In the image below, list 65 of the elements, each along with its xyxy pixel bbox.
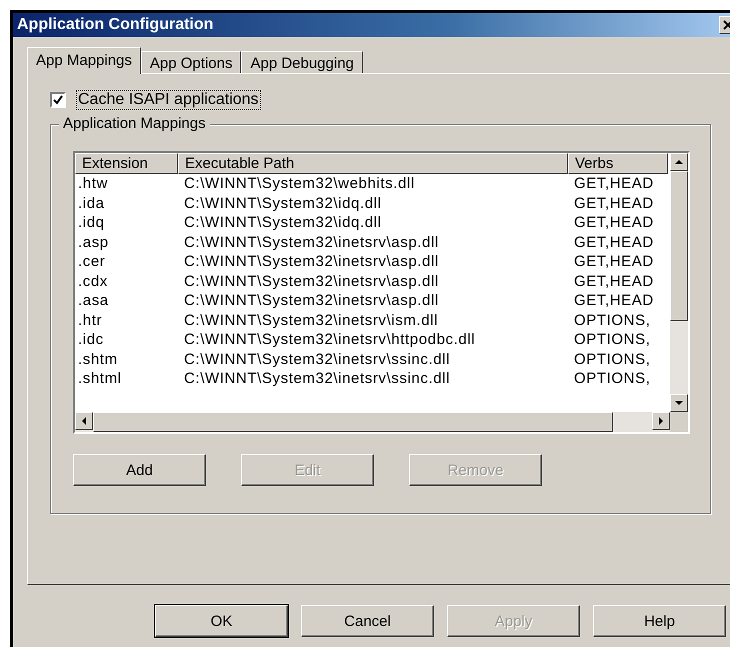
tab[interactable]: App Options <box>140 51 242 73</box>
table-row[interactable]: .ida C:\WINNT\System32\idq.dll GET,HEAD <box>75 194 670 213</box>
table-cell-text: .cer <box>77 253 106 270</box>
table-cell-text: .asp <box>77 234 110 251</box>
table-cell-text: C:\WINNT\System32\inetsrv\asp.dll <box>183 272 440 290</box>
window-title: Application Configuration <box>17 16 214 34</box>
table-row[interactable]: .cer C:\WINNT\System32\inetsrv\asp.dll GET,HEAD <box>75 252 670 272</box>
table-cell-text: GET,HEAD <box>573 272 655 290</box>
table-cell-text: C:\WINNT\System32\idq.dll <box>183 214 383 232</box>
table-cell-text: GET,HEAD <box>573 292 655 310</box>
scroll-up-icon <box>674 157 684 167</box>
table-cell-text: C:\WINNT\System32\idq.dll <box>183 194 383 212</box>
table-cell-text: GET,HEAD <box>573 214 655 232</box>
table-cell-text: C:\WINNT\System32\inetsrv\asp.dll <box>183 234 440 251</box>
table-row[interactable]: .idc C:\WINNT\System32\inetsrv\httpodbc.dll OPTIONS, <box>75 330 670 350</box>
table-row[interactable]: .asp C:\WINNT\System32\inetsrv\asp.dll GET,HEAD <box>75 232 670 252</box>
tab[interactable]: App Mappings <box>27 47 141 74</box>
table-cell-text: GET,HEAD <box>573 234 655 251</box>
table-cell-text: OPTIONS, <box>573 312 652 329</box>
table-cell-text: OPTIONS, <box>573 331 652 348</box>
dialog-button[interactable]: OK <box>155 605 288 637</box>
table-cell-text: .idq <box>77 214 106 232</box>
table-row[interactable]: .htr C:\WINNT\System32\inetsrv\ism.dll OPTIONS, <box>75 310 670 330</box>
table-cell-text: GET,HEAD <box>573 194 655 212</box>
table-cell-text: GET,HEAD <box>573 253 655 270</box>
table-cell-text: .shtml <box>77 370 123 388</box>
scroll-right-icon <box>656 416 666 426</box>
group-title: Application Mappings <box>59 115 210 132</box>
column-header[interactable]: Extension <box>75 153 178 174</box>
vertical-scrollbar[interactable] <box>670 153 688 412</box>
scroll-down-icon <box>674 398 684 408</box>
table-cell-text: .ida <box>77 194 106 212</box>
dialog-button[interactable]: Help <box>593 605 726 637</box>
table-cell-text: .idc <box>77 331 105 348</box>
table-cell-text: OPTIONS, <box>573 370 652 388</box>
table-cell-text: .asa <box>77 292 110 310</box>
table-cell-text: C:\WINNT\System32\inetsrv\ssinc.dll <box>183 350 452 368</box>
table-cell-text: .htr <box>77 312 104 329</box>
table-row[interactable]: .htw C:\WINNT\System32\webhits.dll GET,HEAD <box>75 174 670 194</box>
column-header[interactable]: Verbs <box>568 153 668 174</box>
scrollbar-corner <box>670 412 688 432</box>
table-cell-text: C:\WINNT\System32\inetsrv\httpodbc.dll <box>183 331 476 348</box>
table-row[interactable]: .shtm C:\WINNT\System32\inetsrv\ssinc.dll OPTIONS, <box>75 350 670 369</box>
table-cell-text: .cdx <box>77 272 109 290</box>
dialog-button[interactable]: Cancel <box>301 605 434 637</box>
table-cell-text: C:\WINNT\System32\inetsrv\ssinc.dll <box>183 370 452 388</box>
table-row[interactable]: .shtml C:\WINNT\System32\inetsrv\ssinc.dll OPTIONS, <box>75 369 670 388</box>
table-cell-text: .htw <box>77 175 109 192</box>
close-icon <box>723 20 730 30</box>
table-cell-text: OPTIONS, <box>573 350 652 368</box>
table-row[interactable]: .cdx C:\WINNT\System32\inetsrv\asp.dll GET,HEAD <box>75 272 670 291</box>
column-header[interactable]: Executable Path <box>178 153 568 174</box>
mapping-button[interactable]: Add <box>73 454 206 486</box>
tab[interactable]: App Debugging <box>241 51 363 73</box>
table-cell-text: C:\WINNT\System32\inetsrv\ism.dll <box>183 312 439 329</box>
table-cell-text: .shtm <box>77 350 119 368</box>
checkbox[interactable] <box>50 92 66 108</box>
horizontal-scrollbar[interactable] <box>75 412 670 432</box>
table-cell-text: C:\WINNT\System32\inetsrv\asp.dll <box>183 253 440 270</box>
table-row[interactable]: .idq C:\WINNT\System32\idq.dll GET,HEAD <box>75 213 670 232</box>
table-row[interactable]: .asa C:\WINNT\System32\inetsrv\asp.dll GET,HEAD <box>75 291 670 310</box>
checkbox-label[interactable]: Cache ISAPI applications <box>76 90 261 110</box>
table-cell-text: C:\WINNT\System32\inetsrv\asp.dll <box>183 292 440 310</box>
table-cell-text: C:\WINNT\System32\webhits.dll <box>183 175 416 192</box>
table-cell-text: GET,HEAD <box>573 175 655 192</box>
